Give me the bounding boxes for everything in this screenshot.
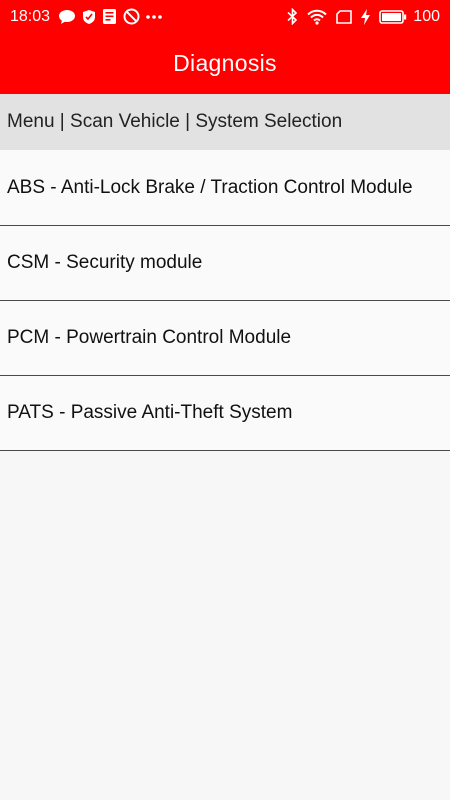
battery-icon (379, 9, 407, 24)
document-icon (102, 8, 117, 25)
status-bar: 18:03 100 (0, 0, 450, 33)
system-item-pats[interactable]: PATS - Passive Anti-Theft System (0, 376, 450, 451)
status-right-group: 100 (278, 8, 440, 26)
battery-percentage: 100 (413, 7, 440, 25)
app-bar: Diagnosis (0, 33, 450, 94)
breadcrumb: Menu | Scan Vehicle | System Selection (0, 94, 450, 150)
system-item-abs[interactable]: ABS - Anti-Lock Brake / Traction Control… (0, 150, 450, 226)
more-dots-icon (146, 14, 162, 20)
bluetooth-icon (287, 8, 298, 25)
status-left-group: 18:03 (10, 8, 168, 26)
do-not-disturb-icon (123, 8, 140, 25)
status-time: 18:03 (10, 7, 51, 25)
page-title: Diagnosis (173, 50, 277, 76)
shield-icon (82, 9, 96, 25)
chat-bubble-icon (58, 9, 76, 25)
system-item-csm[interactable]: CSM - Security module (0, 226, 450, 301)
sim-card-icon (336, 9, 353, 24)
system-selection-list: ABS - Anti-Lock Brake / Traction Control… (0, 150, 450, 451)
wifi-icon (307, 9, 328, 25)
system-item-pcm[interactable]: PCM - Powertrain Control Module (0, 301, 450, 376)
charging-icon (361, 8, 371, 25)
